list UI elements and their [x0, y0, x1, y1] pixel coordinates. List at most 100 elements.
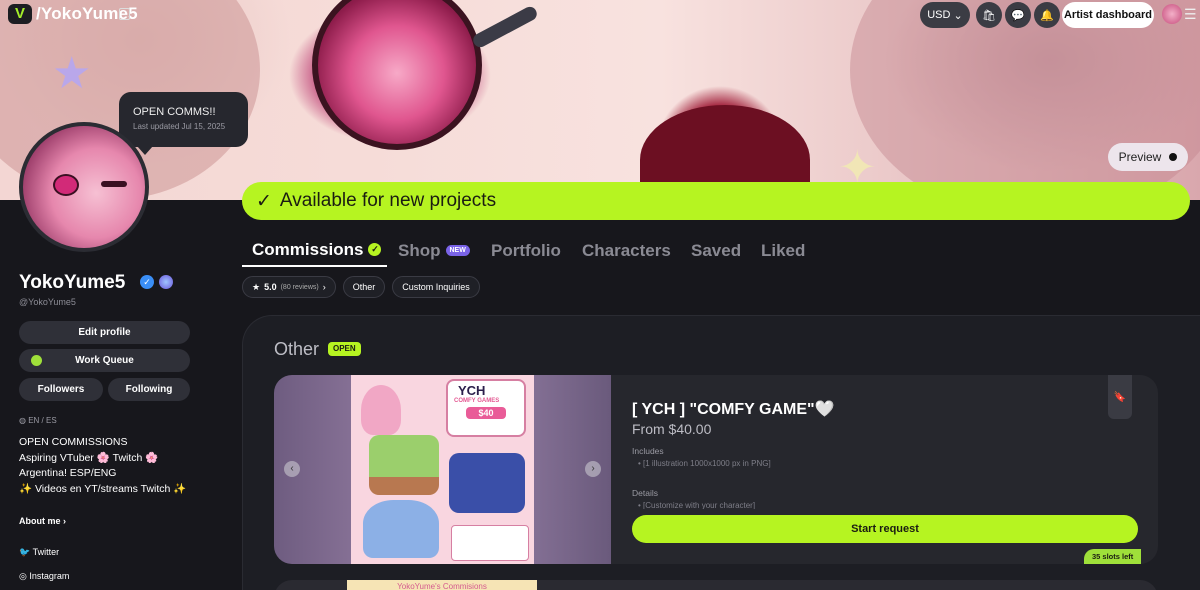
- artist-dashboard-button[interactable]: Artist dashboard: [1062, 2, 1154, 28]
- commission-card[interactable]: YokoYume's Commisions: [274, 580, 1158, 590]
- bio-line: Aspiring VTuber 🌸 Twitch 🌸: [19, 451, 159, 464]
- new-badge: NEW: [445, 245, 470, 256]
- tab-label: Commissions: [252, 239, 364, 259]
- chevron-right-icon[interactable]: ›: [585, 461, 601, 477]
- preview-button[interactable]: Preview: [1108, 143, 1188, 171]
- availability-banner: ✓ Available for new projects: [242, 182, 1190, 220]
- chevron-left-icon[interactable]: ‹: [284, 461, 300, 477]
- rating-chip[interactable]: ★ 5.0 (80 reviews) ›: [242, 276, 336, 298]
- cart-icon: 🛍: [982, 9, 996, 22]
- filter-chips: ★ 5.0 (80 reviews) › Other Custom Inquir…: [242, 276, 480, 298]
- check-icon: ✓: [256, 190, 272, 212]
- star-decoration-icon: ★: [52, 49, 92, 98]
- copy-icon[interactable]: [119, 8, 130, 20]
- currency-label: USD: [927, 9, 951, 21]
- twitter-link[interactable]: 🐦 Twitter: [19, 547, 59, 558]
- chat-icon: 💬: [1011, 9, 1025, 22]
- slots-badge: 35 slots left: [1084, 549, 1142, 564]
- shield-icon: [31, 355, 42, 366]
- tab-commissions[interactable]: Commissions ✓: [242, 234, 387, 267]
- twitter-icon: 🐦: [19, 547, 31, 557]
- chip-custom-inquiries[interactable]: Custom Inquiries: [392, 276, 480, 298]
- currency-select[interactable]: USD ⌄: [920, 2, 970, 28]
- profile-bio: OPEN COMMISSIONS Aspiring VTuber 🌸 Twitc…: [19, 435, 219, 497]
- art-info-box: [451, 525, 529, 561]
- chevron-down-icon: ⌄: [953, 9, 963, 22]
- tab-portfolio[interactable]: Portfolio: [491, 234, 561, 267]
- twitter-label: Twitter: [32, 547, 60, 557]
- commission-price: From $40.00: [632, 421, 712, 437]
- review-count: (80 reviews): [280, 283, 319, 291]
- check-icon: ✓: [368, 243, 382, 256]
- art-tree: [361, 385, 401, 435]
- commission-title[interactable]: [ YCH ] "COMFY GAME"🤍: [632, 399, 835, 419]
- art-island: [363, 500, 439, 558]
- card-image-peek: YokoYume's Commisions: [347, 580, 537, 590]
- includes-item: • [1 illustration 1000x1000 px in PNG]: [638, 459, 771, 468]
- tab-liked[interactable]: Liked: [761, 234, 805, 267]
- status-updated: Last updated Jul 15, 2025: [133, 122, 226, 131]
- art-island: [449, 453, 525, 513]
- details-item: • [Customize with your character]: [638, 501, 756, 509]
- start-request-button[interactable]: Start request: [632, 515, 1138, 543]
- work-queue-button[interactable]: Work Queue: [19, 349, 190, 372]
- top-bar: V /YokoYume5 USD ⌄ 🛍 💬 🔔 Artist dashboar…: [0, 0, 1200, 30]
- instagram-icon: ◎: [19, 571, 27, 581]
- card-image-carousel[interactable]: YCH COMFY GAMES $40 ‹ ›: [274, 375, 611, 564]
- bookmark-button[interactable]: 🔖: [1108, 375, 1132, 419]
- about-me-link[interactable]: About me ›: [19, 516, 66, 526]
- art-price: $40: [466, 407, 506, 419]
- globe-badge-icon: [159, 275, 173, 289]
- chevron-right-icon: ›: [322, 282, 326, 292]
- art-title: YCH: [458, 383, 486, 398]
- logo-icon[interactable]: V: [8, 4, 32, 24]
- star-icon: ★: [252, 281, 261, 292]
- avatar-eye: [53, 174, 79, 196]
- globe-icon: ◍: [19, 416, 26, 425]
- cart-button[interactable]: 🛍: [976, 2, 1002, 28]
- profile-name: YokoYume5: [19, 272, 126, 293]
- details-text: [Customize with your character]: [643, 501, 756, 509]
- verified-icon: ✓: [140, 275, 154, 289]
- notifications-button[interactable]: 🔔: [1034, 2, 1060, 28]
- bookmark-icon: 🔖: [1113, 391, 1127, 403]
- tab-label: Shop: [398, 240, 441, 260]
- includes-text: [1 illustration 1000x1000 px in PNG]: [643, 459, 771, 468]
- rating-value: 5.0: [264, 282, 277, 292]
- tab-shop[interactable]: Shop NEW: [398, 234, 470, 267]
- user-avatar[interactable]: [1162, 4, 1182, 24]
- status-bubble[interactable]: OPEN COMMS!! Last updated Jul 15, 2025: [119, 92, 248, 155]
- chip-other[interactable]: Other: [342, 276, 386, 298]
- messages-button[interactable]: 💬: [1005, 2, 1031, 28]
- tab-saved[interactable]: Saved: [691, 234, 741, 267]
- instagram-label: Instagram: [29, 571, 70, 581]
- art-subtitle: COMFY GAMES: [454, 398, 500, 404]
- includes-label: Includes: [632, 446, 664, 456]
- menu-icon[interactable]: ☰: [1184, 6, 1197, 23]
- edit-profile-button[interactable]: Edit profile: [19, 321, 190, 344]
- commission-artwork: YCH COMFY GAMES $40: [351, 375, 534, 564]
- section-title: Other: [274, 339, 320, 359]
- following-button[interactable]: Following: [108, 378, 190, 401]
- preview-label: Preview: [1118, 150, 1162, 164]
- bio-line: ✨ Videos en YT/streams Twitch ✨: [19, 482, 187, 495]
- work-queue-label: Work Queue: [75, 355, 134, 366]
- status-title: OPEN COMMS!!: [133, 106, 216, 118]
- details-label: Details: [632, 488, 658, 498]
- availability-text: Available for new projects: [279, 190, 497, 211]
- commission-card[interactable]: YCH COMFY GAMES $40 ‹ › 🔖 [ YCH ] "COMFY…: [274, 375, 1158, 564]
- bio-line: OPEN COMMISSIONS: [19, 436, 128, 448]
- profile-avatar[interactable]: [19, 122, 149, 252]
- preview-dot-icon: [1169, 153, 1178, 161]
- languages: ◍ EN / ES: [19, 416, 57, 425]
- bell-icon: 🔔: [1040, 9, 1054, 22]
- languages-text: EN / ES: [28, 416, 57, 425]
- avatar-wink: [101, 181, 127, 187]
- profile-at-handle: @YokoYume5: [19, 297, 76, 307]
- instagram-link[interactable]: ◎ Instagram: [19, 571, 69, 582]
- tab-characters[interactable]: Characters: [582, 234, 671, 267]
- art-island: [369, 435, 439, 495]
- about-me-label: About me: [19, 516, 61, 526]
- bio-line: Argentina! ESP/ENG: [19, 467, 117, 479]
- followers-button[interactable]: Followers: [19, 378, 103, 401]
